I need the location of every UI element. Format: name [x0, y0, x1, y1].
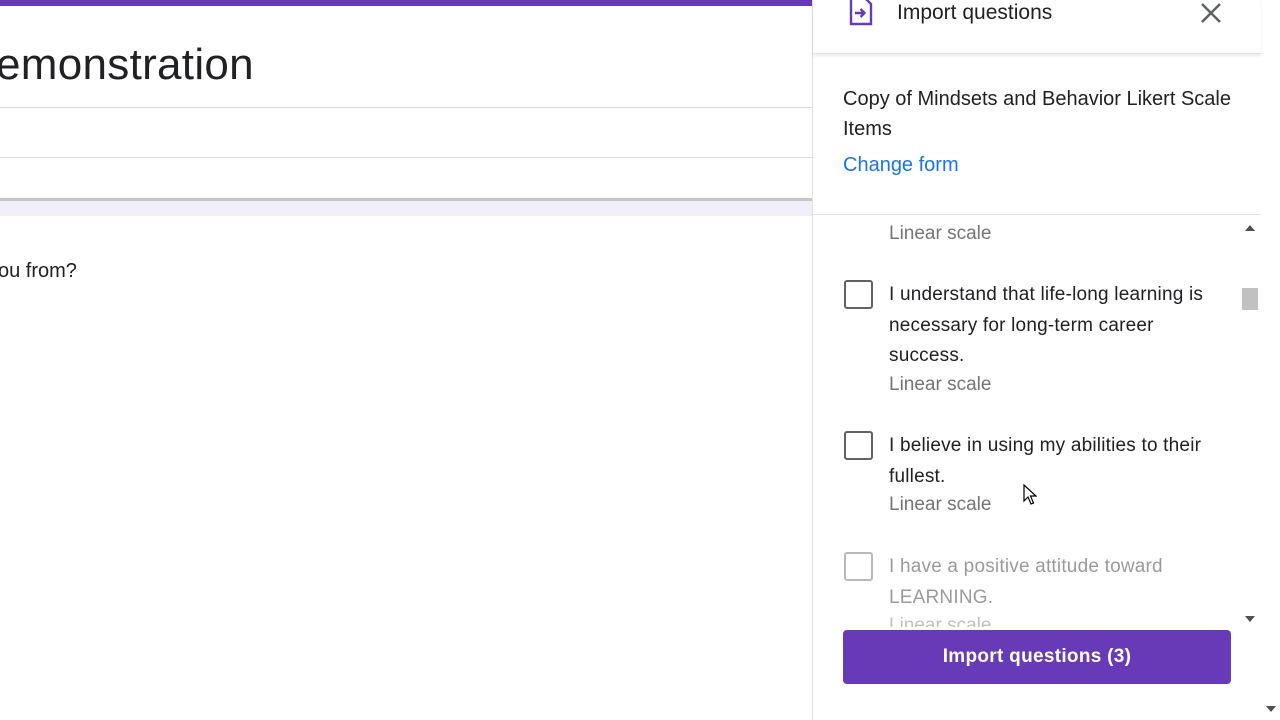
form-divider	[0, 107, 812, 108]
source-form-name: Copy of Mindsets and Behavior Likert Sca…	[843, 88, 1231, 140]
import-questions-panel: Import questions Copy of Mindsets and Be…	[812, 0, 1280, 720]
close-button[interactable]	[1197, 0, 1225, 26]
scroll-thumb[interactable]	[1242, 288, 1258, 310]
scroll-down-arrow-icon	[1245, 616, 1255, 622]
question-text: I have a positive attitude toward LEARNI…	[889, 556, 1163, 608]
question-checkbox[interactable]	[844, 552, 873, 581]
question-checkbox[interactable]	[844, 280, 873, 309]
close-icon	[1201, 3, 1221, 23]
form-divider	[0, 157, 812, 158]
import-questions-button[interactable]: Import questions (3)	[843, 630, 1231, 684]
question-type-label: Linear scale	[889, 223, 992, 244]
change-form-link[interactable]: Change form	[843, 154, 959, 177]
panel-title: Import questions	[897, 1, 1053, 24]
question-title[interactable]: ou from?	[0, 260, 77, 283]
form-title[interactable]: emonstration	[0, 40, 254, 90]
panel-header: Import questions	[813, 0, 1261, 54]
import-file-icon	[849, 0, 873, 26]
form-accent-bar	[0, 0, 812, 6]
form-editor: emonstration ou from?	[0, 0, 812, 720]
mouse-cursor-icon	[1023, 484, 1038, 505]
scroll-up-button[interactable]	[1240, 218, 1260, 238]
scroll-down-arrow-icon	[1266, 706, 1276, 712]
list-scrollbar[interactable]	[1240, 218, 1260, 628]
section-gap	[0, 201, 812, 216]
scroll-down-button[interactable]	[1240, 610, 1260, 628]
question-list: Linear scale I understand that life-long…	[813, 215, 1245, 627]
question-text: I believe in using my abilities to their…	[889, 435, 1202, 487]
question-type-label: Linear scale	[889, 615, 992, 627]
question-type-label: Linear scale	[889, 374, 992, 395]
scroll-up-arrow-icon	[1245, 225, 1255, 231]
page-scroll-down-button[interactable]	[1262, 700, 1280, 718]
question-checkbox[interactable]	[844, 431, 873, 460]
page-scrollbar[interactable]	[1262, 0, 1280, 720]
question-type-label: Linear scale	[889, 494, 992, 515]
question-text: I understand that life-long learning is …	[889, 284, 1204, 366]
